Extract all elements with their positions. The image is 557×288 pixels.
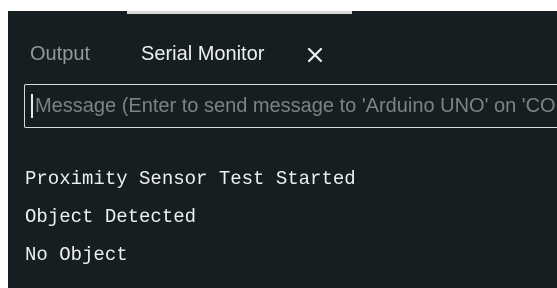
output-line: Object Detected xyxy=(25,206,197,228)
serial-output: Proximity Sensor Test Started Object Det… xyxy=(25,163,555,277)
active-tab-indicator xyxy=(127,11,352,14)
message-input[interactable] xyxy=(35,85,557,127)
text-caret xyxy=(31,94,33,118)
serial-monitor-panel: Output Serial Monitor Proximity Sensor T… xyxy=(8,11,557,288)
close-icon[interactable] xyxy=(306,46,324,64)
output-line: No Object xyxy=(25,244,128,266)
panel-tabs: Output Serial Monitor xyxy=(8,43,557,85)
tab-output[interactable]: Output xyxy=(30,43,90,65)
message-input-box[interactable] xyxy=(24,84,557,128)
tab-serial-monitor[interactable]: Serial Monitor xyxy=(141,43,264,65)
output-line: Proximity Sensor Test Started xyxy=(25,168,356,190)
